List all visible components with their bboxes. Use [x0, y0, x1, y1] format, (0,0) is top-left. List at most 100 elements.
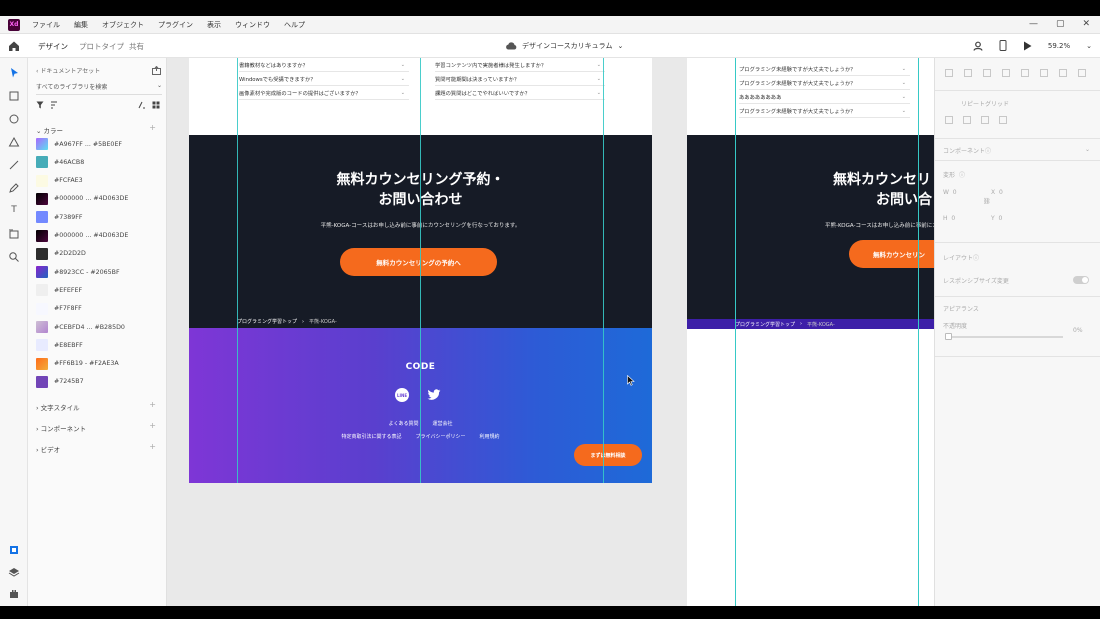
chevron-down-icon[interactable]: ⌄	[157, 82, 162, 91]
color-swatch[interactable]	[36, 321, 48, 333]
color-swatch[interactable]	[36, 266, 48, 279]
menu-plugins[interactable]: プラグイン	[158, 20, 193, 30]
pen-tool-icon[interactable]	[8, 182, 20, 194]
info-icon[interactable]: ⓘ	[973, 253, 979, 262]
layers-panel-icon[interactable]	[8, 566, 20, 578]
document-title-dropdown[interactable]: デザインコースカリキュラム ⌄	[505, 41, 623, 51]
boolean-add-icon[interactable]	[945, 116, 953, 124]
device-preview-icon[interactable]	[999, 40, 1007, 51]
plugins-panel-icon[interactable]	[8, 588, 20, 600]
colors-section-title[interactable]: ⌄ カラー	[36, 125, 63, 135]
filter-icon[interactable]	[36, 101, 44, 109]
color-swatch-row[interactable]: #8923CC - #2065BF	[36, 266, 120, 279]
align-top-icon[interactable]	[1002, 69, 1010, 77]
free-consultation-button[interactable]: まずは無料相談	[574, 444, 642, 466]
counseling-reservation-button[interactable]: 無料カウンセリングの予約へ	[340, 248, 497, 276]
color-swatch-row[interactable]: #E8EBFF	[36, 339, 83, 352]
info-icon[interactable]: ⓘ	[985, 146, 991, 155]
opacity-value[interactable]: 0%	[1073, 327, 1083, 334]
breadcrumb-home[interactable]: プログラミング学習トップ	[735, 321, 795, 328]
footer-link-privacy[interactable]: プライバシーポリシー	[416, 433, 466, 440]
color-swatch-row[interactable]: #FF6B19 - #F2AE3A	[36, 357, 119, 370]
export-icon[interactable]	[152, 66, 161, 75]
chevron-down-icon[interactable]: ⌄	[1085, 146, 1090, 153]
faq-item[interactable]: ああああああああ ⌄	[739, 90, 910, 104]
info-icon[interactable]: ⓘ	[959, 170, 965, 179]
faq-item[interactable]: 書籍教材などはありますか？ ⌄	[239, 58, 409, 72]
repeat-grid-button[interactable]: リピートグリッド	[961, 99, 1009, 108]
distribute-h-icon[interactable]	[1059, 69, 1067, 77]
faq-item[interactable]: 学習コンテンツ内で実施者様は発生しますか？ ⌄	[435, 58, 605, 72]
faq-item[interactable]: プログラミング未経験ですが大丈夫でしょうか？ ⌄	[739, 76, 910, 90]
color-swatch[interactable]	[36, 247, 48, 260]
list-view-icon[interactable]	[138, 101, 146, 109]
artboard-secondary[interactable]: プログラミング未経験ですが大丈夫でしょうか？ ⌄ プログラミング未経験ですが大丈夫…	[687, 58, 934, 606]
character-styles-section[interactable]: › 文字スタイル	[36, 402, 80, 412]
color-swatch-row[interactable]: #FCFAE3	[36, 174, 83, 187]
boolean-intersect-icon[interactable]	[981, 116, 989, 124]
faq-item[interactable]: Windowsでも受講できますか？ ⌄	[239, 72, 409, 86]
boolean-subtract-icon[interactable]	[963, 116, 971, 124]
x-field[interactable]: X 0	[991, 189, 1003, 196]
color-swatch-row[interactable]: #000000 ... #4D063DE	[36, 192, 128, 205]
user-icon[interactable]	[973, 41, 983, 51]
tab-design[interactable]: デザイン	[38, 41, 68, 60]
menu-help[interactable]: ヘルプ	[284, 20, 305, 30]
y-field[interactable]: Y 0	[991, 215, 1002, 222]
menu-edit[interactable]: 編集	[74, 20, 88, 30]
color-swatch-row[interactable]: #A967FF ... #5BE0EF	[36, 138, 122, 150]
grid-view-icon[interactable]	[152, 101, 160, 109]
footer-link-company[interactable]: 運営会社	[433, 420, 453, 427]
line-tool-icon[interactable]	[8, 159, 20, 171]
breadcrumb-home[interactable]: プログラミング学習トップ	[237, 318, 297, 325]
color-swatch[interactable]	[36, 375, 48, 388]
close-button[interactable]: ✕	[1082, 19, 1090, 29]
counseling-reservation-button[interactable]: 無料カウンセリン	[849, 240, 934, 268]
library-search[interactable]: すべてのライブラリを検索 ⌄	[36, 82, 162, 95]
color-swatch-row[interactable]: #2D2D2D	[36, 247, 86, 260]
align-middle-icon[interactable]	[1021, 69, 1029, 77]
text-tool-icon[interactable]: T	[8, 204, 20, 216]
video-section[interactable]: › ビデオ	[36, 444, 60, 454]
color-swatch[interactable]	[36, 339, 48, 352]
color-swatch[interactable]	[36, 174, 48, 187]
rectangle-tool-icon[interactable]	[8, 90, 20, 102]
footer-link-faq[interactable]: よくある質問	[388, 420, 418, 427]
faq-item[interactable]: 画像素材や完成版のコードの提供はございますか？ ⌄	[239, 86, 409, 100]
boolean-exclude-icon[interactable]	[999, 116, 1007, 124]
design-canvas[interactable]: 書籍教材などはありますか？ ⌄ Windowsでも受講できますか？ ⌄ 画像素材や完…	[167, 58, 934, 606]
faq-item[interactable]: 質問可能期間は決まっていますか？ ⌄	[435, 72, 605, 86]
zoom-chevron-icon[interactable]: ⌄	[1086, 42, 1092, 50]
align-center-icon[interactable]	[964, 69, 972, 77]
opacity-slider-handle[interactable]	[945, 333, 952, 340]
color-swatch[interactable]	[36, 192, 48, 205]
menu-file[interactable]: ファイル	[32, 20, 60, 30]
color-swatch[interactable]	[36, 138, 48, 150]
artboard-tool-icon[interactable]	[8, 228, 20, 240]
width-field[interactable]: W 0	[943, 189, 957, 196]
color-swatch-row[interactable]: #000000 ... #4D063DE	[36, 229, 128, 242]
color-swatch-row[interactable]: #7245B7	[36, 375, 84, 388]
faq-item[interactable]: プログラミング未経験ですが大丈夫でしょうか？ ⌄	[739, 62, 910, 76]
assets-panel-icon[interactable]	[8, 544, 20, 556]
color-swatch[interactable]	[36, 302, 48, 315]
maximize-button[interactable]: ▢	[1056, 19, 1065, 29]
footer-link-tokusho[interactable]: 特定商取引法に関する表記	[342, 433, 402, 440]
color-swatch[interactable]	[36, 211, 48, 224]
menu-object[interactable]: オブジェクト	[102, 20, 144, 30]
color-swatch-row[interactable]: #46ACB8	[36, 156, 84, 169]
color-swatch[interactable]	[36, 156, 48, 169]
add-color-button[interactable]: +	[149, 123, 156, 132]
lock-ratio-icon[interactable]: ⛓	[983, 198, 991, 205]
color-swatch[interactable]	[36, 229, 48, 242]
zoom-level[interactable]: 59.2%	[1048, 42, 1070, 50]
ellipse-tool-icon[interactable]	[8, 113, 20, 125]
select-tool-icon[interactable]	[8, 67, 20, 79]
line-icon[interactable]: LINE	[395, 388, 409, 402]
align-right-icon[interactable]	[983, 69, 991, 77]
color-swatch-row[interactable]: #CEBFD4 ... #B285D0	[36, 321, 125, 333]
color-swatch[interactable]	[36, 284, 48, 297]
color-swatch-row[interactable]: #EFEFEF	[36, 284, 82, 297]
faq-item[interactable]: プログラミング未経験ですが大丈夫でしょうか？ ⌄	[739, 104, 910, 118]
distribute-v-icon[interactable]	[1078, 69, 1086, 77]
